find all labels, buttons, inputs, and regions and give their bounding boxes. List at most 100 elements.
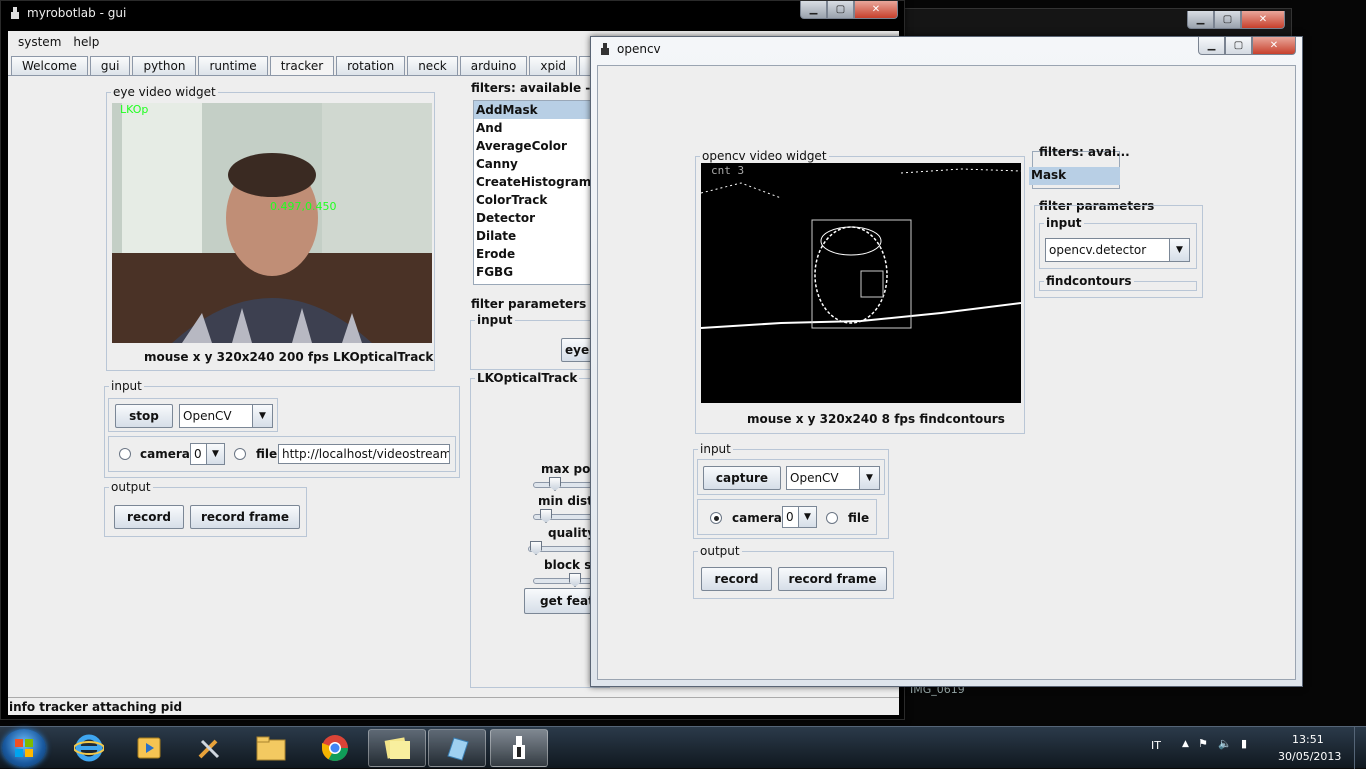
opencv-video-frame[interactable]: cnt 3 (701, 163, 1021, 403)
window-title: myrobotlab - gui (27, 6, 127, 20)
detector-value: opencv.detector (1049, 243, 1147, 257)
output-group-title: output (109, 480, 153, 494)
notes-app-icon[interactable] (368, 729, 426, 767)
list-item[interactable]: Erode (474, 245, 602, 263)
cv-grabber-value: OpenCV (790, 471, 839, 485)
menu-system[interactable]: system (12, 31, 67, 53)
show-desktop-button[interactable] (1354, 727, 1366, 769)
title-bar[interactable]: opencv ▁ ▢ ✕ (591, 37, 1302, 61)
paint-app-icon[interactable] (428, 729, 486, 767)
window-title: opencv (617, 42, 661, 56)
close-icon[interactable]: ✕ (1252, 37, 1296, 55)
speaker-icon[interactable]: 🔈 (1218, 737, 1232, 750)
list-item[interactable]: AverageColor (474, 137, 602, 155)
media-player-icon[interactable] (120, 729, 178, 767)
tab-neck[interactable]: neck (407, 56, 458, 75)
minimize-icon[interactable]: ▁ (1187, 11, 1214, 29)
file-url-input[interactable]: http://localhost/videostream.cgi (278, 444, 450, 464)
background-window-controls: ▁ ▢ ✕ (1187, 11, 1285, 29)
file-radio[interactable] (826, 512, 838, 524)
chrome-icon[interactable] (306, 729, 364, 767)
list-item[interactable]: And (474, 119, 602, 137)
close-icon[interactable]: ✕ (1241, 11, 1285, 29)
list-item[interactable]: AddMask (474, 101, 602, 119)
filters-list[interactable]: AddMask And AverageColor Canny CreateHis… (473, 100, 603, 285)
stop-button[interactable]: stop (115, 404, 173, 428)
flag-icon[interactable]: ⚑ (1198, 737, 1208, 750)
background-window[interactable]: ▁ ▢ ✕ (900, 8, 1292, 38)
eye-video-status: mouse x y 320x240 200 fps LKOpticalTrack (144, 350, 434, 364)
grabber-select[interactable]: OpenCV ▼ (179, 404, 273, 428)
camera-index-select[interactable]: 0 ▼ (782, 506, 817, 528)
list-item[interactable]: Dilate (474, 227, 602, 245)
system-tray: IT ▲ ⚑ 🔈 ▮ 13:51 30/05/2013 (1146, 727, 1366, 769)
close-icon[interactable]: ✕ (854, 1, 898, 19)
camera-radio[interactable] (119, 448, 131, 460)
findcontours-title: findcontours (1044, 274, 1134, 288)
maximize-icon[interactable]: ▢ (1225, 37, 1252, 55)
tab-python[interactable]: python (132, 56, 197, 75)
tab-xpid[interactable]: xpid (529, 56, 578, 75)
internet-explorer-icon[interactable] (60, 729, 118, 767)
chevron-down-icon[interactable]: ▼ (206, 444, 224, 464)
list-item[interactable]: CreateHistogram (474, 173, 602, 191)
file-radio[interactable] (234, 448, 246, 460)
cv-input-title: input (698, 442, 733, 456)
title-bar[interactable]: myrobotlab - gui ▁ ▢ ✕ (1, 1, 904, 25)
chevron-down-icon[interactable]: ▼ (859, 467, 879, 489)
opencv-widget-title: opencv video widget (700, 149, 829, 163)
detector-select[interactable]: opencv.detector ▼ (1045, 238, 1190, 262)
taskbar: IT ▲ ⚑ 🔈 ▮ 13:51 30/05/2013 (0, 726, 1366, 769)
chevron-down-icon[interactable]: ▼ (1169, 239, 1189, 261)
contour-image (701, 163, 1021, 403)
minimize-icon[interactable]: ▁ (800, 1, 827, 19)
cv-grabber-select[interactable]: OpenCV ▼ (786, 466, 880, 490)
record-frame-button[interactable]: record frame (190, 505, 300, 529)
service-tabs: Welcome gui python runtime tracker rotat… (11, 56, 629, 76)
file-label: file (256, 447, 278, 461)
list-item[interactable]: Canny (474, 155, 602, 173)
chevron-down-icon[interactable]: ▼ (798, 507, 816, 527)
tab-gui[interactable]: gui (89, 56, 131, 75)
opencv-client-area: opencv video widget cnt 3 mouse x y 320x… (597, 65, 1296, 680)
tab-welcome[interactable]: Welcome (11, 56, 88, 75)
record-button[interactable]: record (114, 505, 184, 529)
maximize-icon[interactable]: ▢ (827, 1, 854, 19)
filter-input-title: input (475, 313, 515, 327)
record-button[interactable]: record (701, 567, 772, 591)
list-item[interactable]: ColorTrack (474, 191, 602, 209)
minimize-icon[interactable]: ▁ (1198, 37, 1225, 55)
eye-widget-title: eye video widget (111, 85, 218, 99)
camera-index-select[interactable]: 0 ▼ (190, 443, 225, 465)
network-icon[interactable]: ▮ (1241, 737, 1247, 750)
grabber-value: OpenCV (183, 409, 232, 423)
filter-params-title: filter parameters (471, 297, 587, 311)
language-indicator[interactable]: IT (1151, 739, 1161, 752)
maximize-icon[interactable]: ▢ (1214, 11, 1241, 29)
menu-help[interactable]: help (67, 31, 105, 53)
status-bar: info tracker attaching pid (8, 697, 899, 715)
tab-rotation[interactable]: rotation (336, 56, 406, 75)
chevron-up-icon[interactable]: ▲ (1182, 739, 1189, 749)
start-button[interactable] (2, 729, 46, 767)
clock-date[interactable]: 30/05/2013 (1278, 750, 1341, 763)
tab-runtime[interactable]: runtime (198, 56, 268, 75)
chevron-down-icon[interactable]: ▼ (252, 405, 272, 427)
record-frame-button[interactable]: record frame (778, 567, 887, 591)
list-item[interactable]: Detector (474, 209, 602, 227)
tab-tracker[interactable]: tracker (269, 56, 335, 75)
tools-icon[interactable] (180, 729, 238, 767)
file-explorer-icon[interactable] (242, 729, 300, 767)
capture-button[interactable]: capture (703, 466, 781, 490)
eye-overlay-point: 0.497,0.450 (270, 200, 337, 213)
camera-radio[interactable] (710, 512, 722, 524)
clock-time[interactable]: 13:51 (1292, 733, 1324, 746)
list-item[interactable]: FGBG (474, 263, 602, 281)
list-item[interactable]: Mask (1029, 167, 1120, 185)
windows-logo-icon (15, 739, 33, 757)
myrobotlab-taskbar-icon[interactable] (490, 729, 548, 767)
slider-label: quality (548, 526, 596, 540)
tab-arduino[interactable]: arduino (459, 56, 528, 75)
eye-video-frame[interactable]: LKOp 0.497,0.450 (112, 103, 432, 343)
opencv-window: opencv ▁ ▢ ✕ opencv video widget cnt 3 m… (590, 36, 1303, 687)
